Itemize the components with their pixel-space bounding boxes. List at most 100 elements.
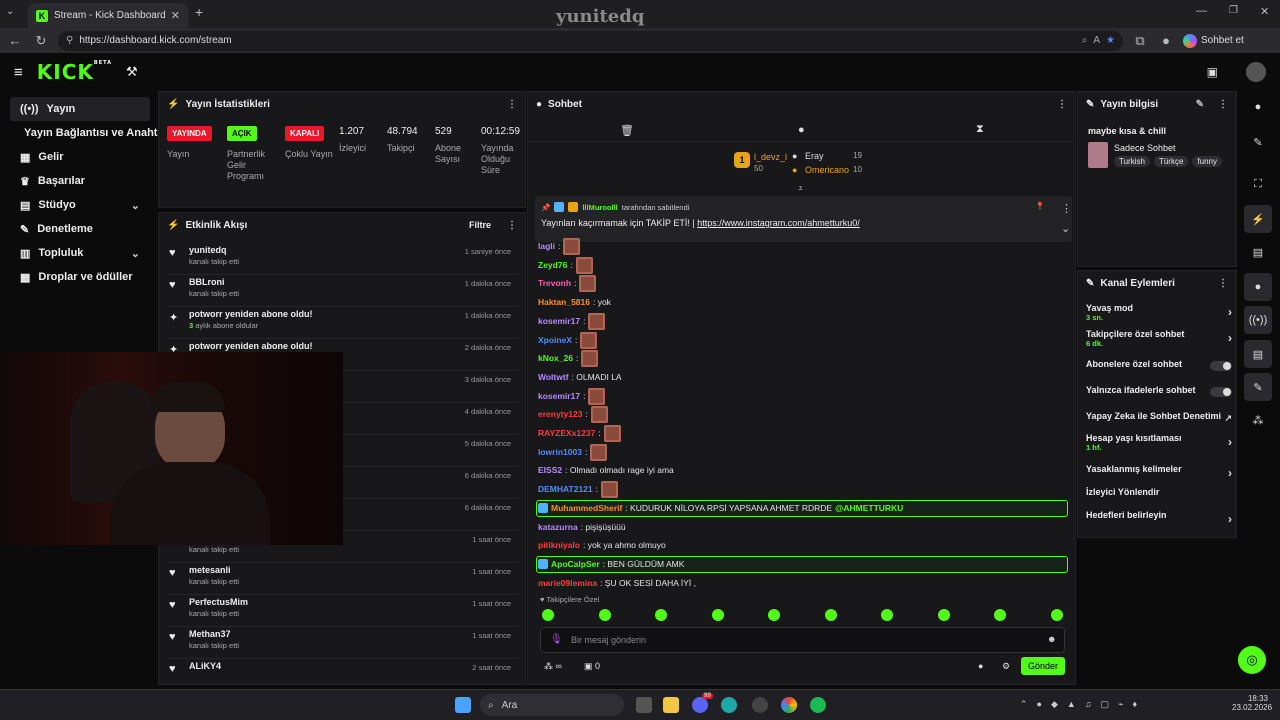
discord-icon[interactable]	[692, 697, 708, 713]
sidebar-item-droplar[interactable]: ▩ Droplar ve ödüller	[10, 265, 150, 289]
chat-message[interactable]: erenyty123:	[538, 405, 608, 423]
chat-username[interactable]: Woltwtf	[538, 372, 569, 382]
chat-bubble-icon[interactable]: ●	[798, 124, 805, 136]
chat-message[interactable]: Haktan_5816: yok	[538, 293, 611, 311]
read-aloud-icon[interactable]: A	[1093, 35, 1100, 46]
clock[interactable]: 18:33 23.02.2026	[1232, 694, 1272, 712]
edge-icon[interactable]	[721, 697, 737, 713]
windows-start-icon[interactable]	[455, 697, 471, 713]
emote-icon[interactable]	[542, 609, 554, 621]
pinned-by[interactable]: lllMuroolll	[582, 203, 617, 212]
chat-username[interactable]: lagli	[538, 241, 555, 251]
url-field[interactable]: ⚲ https://dashboard.kick.com/stream ⌕ A …	[58, 30, 1123, 51]
hourglass-icon[interactable]: ⧗	[976, 123, 984, 136]
help-icon[interactable]: ◎	[1238, 646, 1266, 674]
sidebar-item-stream-key[interactable]: Yayın Bağlantısı ve Anahtarı	[10, 121, 171, 145]
channel-action[interactable]: Yavaş mod 3 sn. ›	[1086, 303, 1232, 322]
tray-icons[interactable]: ⌃●◆▲♫▢⌁♦	[1020, 699, 1146, 710]
new-tab-icon[interactable]: +	[195, 4, 203, 20]
category-name[interactable]: Sadece Sohbet	[1114, 143, 1176, 153]
chat-username[interactable]: MuhammedSherif	[551, 503, 622, 513]
more-icon[interactable]: ⋮	[1061, 202, 1072, 215]
chat-username[interactable]: pitikniyalo	[538, 540, 580, 550]
file-explorer-icon[interactable]	[663, 697, 679, 713]
emote-icon[interactable]	[768, 609, 780, 621]
taskbar-search[interactable]: ⌕ Ara	[480, 694, 624, 716]
tag[interactable]: funny	[1192, 156, 1222, 167]
chrome-icon[interactable]	[781, 697, 797, 713]
browser-tab[interactable]: K Stream - Kick Dashboard ✕	[28, 3, 188, 28]
tag[interactable]: Turkish	[1114, 156, 1150, 167]
sidebar-item-yayin[interactable]: ((•)) Yayın	[10, 97, 150, 121]
emoji-icon[interactable]: ☻	[1047, 634, 1056, 644]
feed-item[interactable]: ✦ potworr yeniden abone oldu! 3 aylık abon…	[167, 307, 519, 339]
toggle-switch[interactable]	[1210, 361, 1232, 371]
collapse-icon[interactable]: ⩡	[798, 183, 803, 194]
zoom-icon[interactable]: ⌕	[1082, 35, 1088, 46]
emote-icon[interactable]	[994, 609, 1006, 621]
site-info-icon[interactable]: ⚲	[66, 35, 73, 46]
sidebar-item-topluluk[interactable]: ▥ Topluluk ⌄	[10, 241, 150, 265]
chat-username[interactable]: kosemir17	[538, 316, 580, 326]
channel-action[interactable]: Yalnızca ifadelerle sohbet	[1086, 385, 1232, 397]
chat-username[interactable]: Haktan_5816	[538, 297, 590, 307]
channel-action[interactable]: Hedefleri belirleyin ›	[1086, 510, 1232, 526]
trash-icon[interactable]: 🗑	[620, 124, 634, 137]
chat-username[interactable]: Trevonh	[538, 278, 571, 288]
back-icon[interactable]: ←	[6, 33, 24, 48]
feed-item[interactable]: ♥ BBLroni kanalı takip etti 1 dakika önce	[167, 275, 519, 307]
points[interactable]: ▣ 0	[584, 661, 600, 672]
chat-message[interactable]: marie09lemina: ŞU OK SESİ DAHA İYİ ,	[538, 574, 696, 592]
sidebar-item-gelir[interactable]: ▦ Gelir	[10, 145, 150, 169]
sidebar-item-basarilar[interactable]: ♛ Başarılar	[10, 169, 150, 193]
feed-item[interactable]: ♥ yunitedq kanalı takip etti 1 saniye önce	[167, 243, 519, 275]
chat-message[interactable]: Zeyd76:	[538, 256, 593, 274]
chat-username[interactable]: EISS2	[538, 465, 562, 475]
pinned-link[interactable]: https://www.instagram.com/ahmetturku0/	[697, 218, 860, 228]
info-icon[interactable]: ●	[1244, 93, 1272, 121]
emote-icon[interactable]	[938, 609, 950, 621]
chat-message[interactable]: kosemir17:	[538, 312, 606, 330]
emote-icon[interactable]	[825, 609, 837, 621]
toggle-switch[interactable]	[1210, 387, 1232, 397]
scene-icon[interactable]: ⛶	[1244, 170, 1272, 198]
chat-mention[interactable]: @AHMETTURKU	[835, 503, 903, 513]
minimize-icon[interactable]: —	[1196, 5, 1207, 17]
channel-action[interactable]: Yapay Zeka ile Sohbet Denetimi ↗	[1086, 411, 1232, 423]
send-button[interactable]: Gönder	[1021, 657, 1065, 675]
chat-message[interactable]: Trevonh:	[538, 274, 597, 292]
lightning-icon[interactable]: ⚡	[1244, 205, 1272, 233]
chat-username[interactable]: DEMHAT2121	[538, 484, 593, 494]
chat-settings-icon[interactable]: ●	[978, 661, 983, 671]
chat-message[interactable]: kosemir17:	[538, 387, 606, 405]
sidebar-item-denetleme[interactable]: ✎ Denetleme	[10, 217, 150, 241]
channel-action[interactable]: İzleyici Yönlendir	[1086, 487, 1230, 497]
gear-icon[interactable]: ⚙	[1002, 661, 1010, 672]
mic-icon[interactable]: 🎙	[550, 634, 563, 645]
chat-message[interactable]: pitikniyalo: yok ya ahmo olmuyo	[538, 536, 666, 554]
reload-icon[interactable]: ↻	[32, 33, 50, 49]
layout-icon[interactable]: ▤	[1244, 340, 1272, 368]
channel-action[interactable]: Abonelere özel sohbet	[1086, 359, 1232, 371]
maximize-icon[interactable]: ❐	[1229, 5, 1238, 16]
profile-icon[interactable]: ●	[1157, 33, 1175, 48]
chat-username[interactable]: RAYZEXx1237	[538, 428, 595, 438]
infinity-icon[interactable]: ⁂ ∞	[544, 661, 562, 672]
chat-message[interactable]: lagli:	[538, 237, 581, 255]
feed-item[interactable]: ♥ ALiKY4 2 saat önce	[167, 659, 519, 691]
unpin-icon[interactable]: 📍	[1035, 202, 1045, 211]
more-icon[interactable]: ⋮	[507, 99, 517, 110]
close-window-icon[interactable]: ✕	[1260, 5, 1269, 18]
chat-username[interactable]: kosemir17	[538, 391, 580, 401]
chat-username[interactable]: Zeyd76	[538, 260, 567, 270]
more-icon[interactable]: ⋮	[1218, 278, 1228, 289]
edit-icon[interactable]: ✎	[1196, 99, 1204, 110]
copilot-chat-button[interactable]: Sohbet et	[1183, 33, 1244, 48]
broadcast-rail-icon[interactable]: ((•))	[1244, 306, 1272, 334]
hammer-icon[interactable]: ⚒	[126, 64, 138, 80]
channel-action[interactable]: Yasaklanmış kelimeler ›	[1086, 464, 1232, 480]
chat-username[interactable]: erenyty123	[538, 409, 582, 419]
feed-item[interactable]: ♥ PerfectusMim kanalı takip etti 1 saat önc…	[167, 595, 519, 627]
menu-icon[interactable]: ≡	[14, 64, 23, 81]
chat-username[interactable]: XpoineX	[538, 335, 572, 345]
